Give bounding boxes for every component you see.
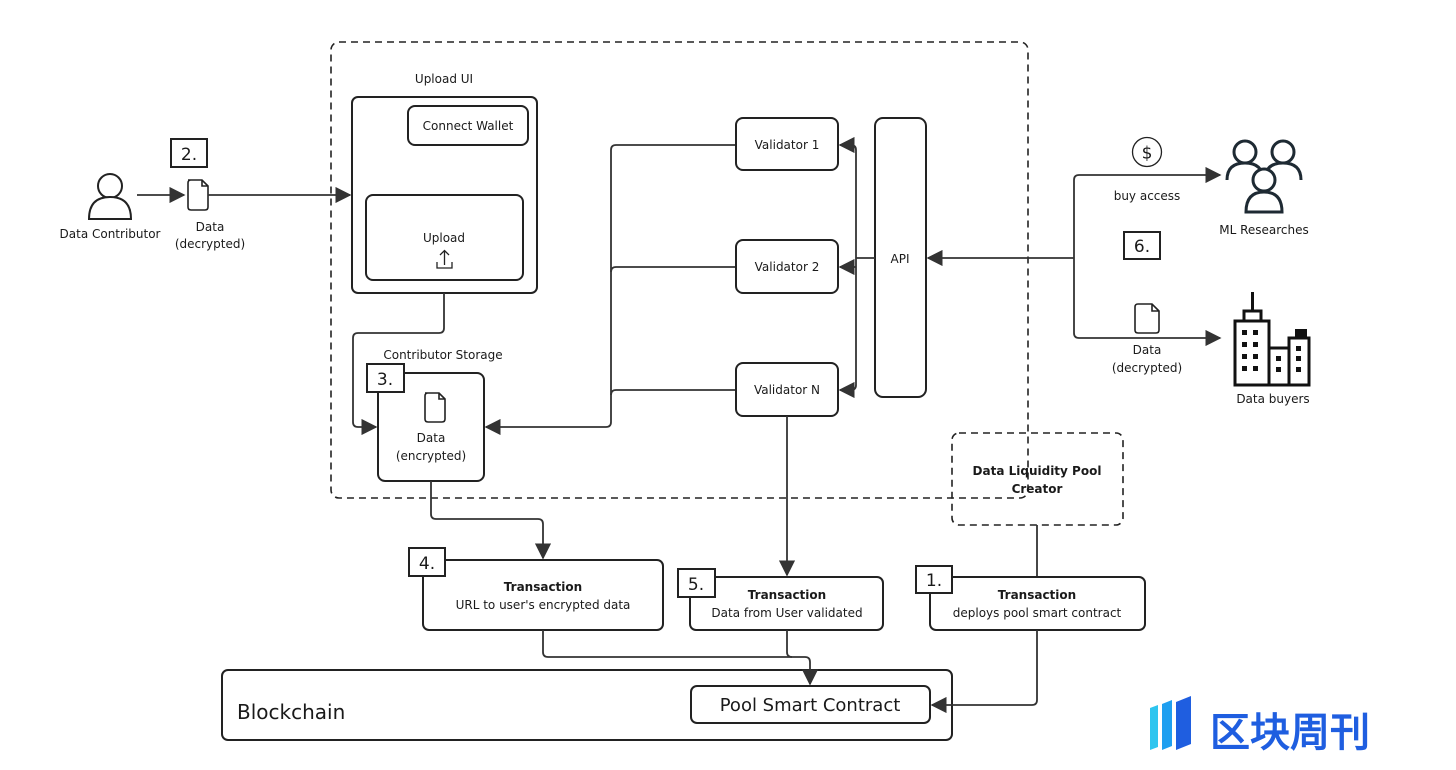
upload-button[interactable]: Upload <box>365 194 524 281</box>
data-buyers-label: Data buyers <box>1236 392 1309 406</box>
data-decrypted-label: Data <box>196 220 225 234</box>
architecture-diagram: Upload UI Connect Wallet Upload Data Con… <box>60 41 1370 756</box>
ml-researchers-label: ML Researches <box>1219 223 1309 237</box>
pool-creator-box: Data Liquidity Pool Creator <box>951 432 1124 526</box>
svg-text:3.: 3. <box>377 370 393 390</box>
svg-text:Pool Smart Contract: Pool Smart Contract <box>720 695 901 716</box>
watermark-logo: 区块周刊 <box>1150 696 1370 756</box>
ml-researchers-icon <box>1225 139 1303 214</box>
api-box: API <box>874 117 927 398</box>
svg-text:Data from User validated: Data from User validated <box>711 606 862 620</box>
data-decrypted-sublabel: (decrypted) <box>175 237 245 251</box>
svg-text:区块周刊: 区块周刊 <box>1210 710 1370 756</box>
upload-label: Upload <box>423 231 465 245</box>
svg-text:deploys pool smart contract: deploys pool smart contract <box>953 606 1122 620</box>
connect-wallet-button[interactable]: Connect Wallet <box>407 105 529 146</box>
svg-text:4.: 4. <box>419 554 435 574</box>
svg-text:Blockchain: Blockchain <box>237 700 345 724</box>
document-icon <box>1134 303 1160 334</box>
storage-to-transaction-4-arrow <box>430 481 552 560</box>
buy-access-label: buy access <box>1114 189 1181 203</box>
validator-2: Validator 2 <box>735 239 839 294</box>
transaction-5: Transaction Data from User validated 5. <box>677 568 884 631</box>
svg-text:API: API <box>891 252 910 266</box>
svg-text:1.: 1. <box>926 571 942 591</box>
step-2-badge: 2. <box>170 138 208 168</box>
svg-text:Creator: Creator <box>1012 482 1063 496</box>
step-6-badge: 6. <box>1123 231 1161 260</box>
svg-text:Transaction: Transaction <box>748 588 826 602</box>
document-icon <box>187 179 209 211</box>
pool-smart-contract: Pool Smart Contract <box>690 685 931 724</box>
svg-text:Validator 2: Validator 2 <box>755 260 820 274</box>
data-decrypted-label-right: Data <box>1133 343 1162 357</box>
upload-ui-title: Upload UI <box>415 72 473 86</box>
svg-text:5.: 5. <box>688 575 704 595</box>
dollar-icon: $ <box>1131 136 1163 168</box>
svg-text:Transaction: Transaction <box>998 588 1076 602</box>
person-icon <box>87 173 133 220</box>
svg-text:6.: 6. <box>1134 237 1150 257</box>
data-encrypted-label: Data <box>417 431 446 445</box>
api-to-validator-1-arrow <box>838 136 857 154</box>
svg-text:Transaction: Transaction <box>504 580 582 594</box>
svg-text:Validator N: Validator N <box>754 383 820 397</box>
transaction-1: Transaction deploys pool smart contract … <box>915 565 1146 631</box>
svg-text:URL to user's encrypted data: URL to user's encrypted data <box>456 598 631 612</box>
building-icon <box>1233 292 1311 387</box>
svg-text:Validator 1: Validator 1 <box>755 138 820 152</box>
data-decrypted-sublabel-right: (decrypted) <box>1112 361 1182 375</box>
step-3-badge: 3. <box>366 363 405 393</box>
data-encrypted-sublabel: (encrypted) <box>396 449 466 463</box>
connector-line <box>610 389 736 396</box>
validator-n: Validator N <box>735 362 839 417</box>
connector-line <box>610 266 736 273</box>
transaction-4: Transaction URL to user's encrypted data… <box>408 547 664 631</box>
svg-text:$: $ <box>1142 144 1153 164</box>
api-to-validator-n-arrow <box>838 381 857 399</box>
svg-text:2.: 2. <box>181 145 197 165</box>
contributor-storage-title: Contributor Storage <box>383 348 502 362</box>
connect-wallet-label: Connect Wallet <box>423 119 514 133</box>
data-contributor-label: Data Contributor <box>60 227 161 241</box>
validator-1: Validator 1 <box>735 117 839 171</box>
svg-text:Data Liquidity Pool: Data Liquidity Pool <box>973 464 1102 478</box>
connector-line <box>786 630 793 658</box>
